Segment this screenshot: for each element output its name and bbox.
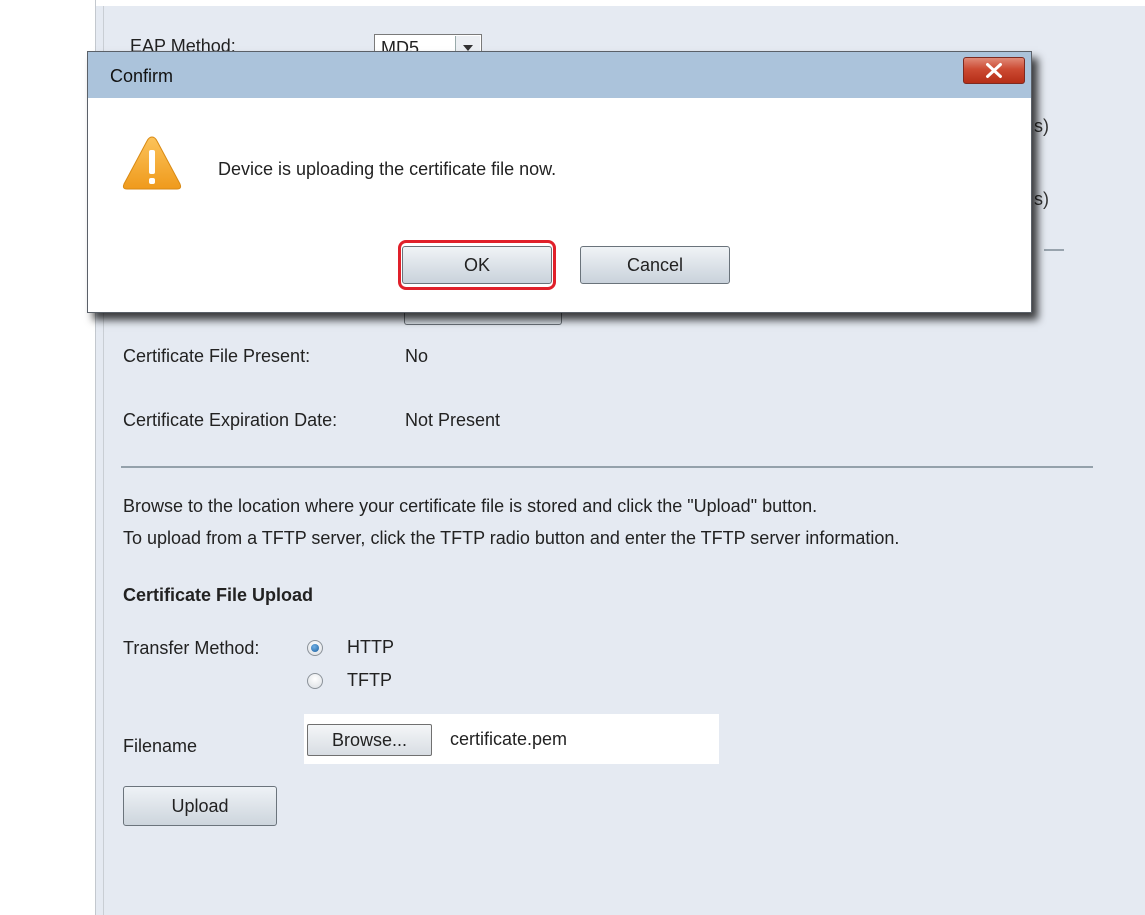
- dialog-message: Device is uploading the certificate file…: [218, 159, 557, 179]
- cancel-button[interactable]: Cancel: [580, 246, 730, 284]
- browse-button[interactable]: Browse...: [307, 724, 432, 756]
- dialog-title: Confirm: [110, 66, 174, 86]
- certificate-file-present-value: No: [405, 346, 429, 366]
- dialog-titlebar[interactable]: Confirm: [88, 52, 1031, 98]
- instruction-text: Browse to the location where your certif…: [123, 496, 818, 516]
- instruction-text: To upload from a TFTP server, click the …: [123, 528, 900, 548]
- selected-file-name: certificate.pem: [450, 729, 568, 749]
- warning-icon: [122, 136, 182, 190]
- radio-tftp-label[interactable]: TFTP: [347, 670, 392, 691]
- section-divider: [121, 466, 1093, 468]
- ok-button[interactable]: OK: [402, 246, 552, 284]
- radio-http[interactable]: [307, 640, 323, 656]
- certificate-expiration-value: Not Present: [405, 410, 501, 430]
- certificate-expiration-label: Certificate Expiration Date:: [123, 410, 338, 430]
- file-input[interactable]: Browse... certificate.pem: [304, 714, 719, 764]
- radio-tftp[interactable]: [307, 673, 323, 689]
- radio-http-label[interactable]: HTTP: [347, 637, 394, 658]
- left-margin: [0, 0, 95, 915]
- partial-field-suffix: s): [1034, 189, 1049, 209]
- filename-label: Filename: [123, 736, 198, 756]
- section-heading: Certificate File Upload: [123, 585, 314, 605]
- partial-field-suffix: s): [1034, 116, 1049, 136]
- close-button[interactable]: [963, 57, 1025, 84]
- certificate-file-present-label: Certificate File Present:: [123, 346, 311, 366]
- close-icon: [986, 63, 1002, 78]
- partial-divider: [1044, 249, 1064, 251]
- transfer-method-label: Transfer Method:: [123, 638, 260, 658]
- upload-button[interactable]: Upload: [123, 786, 277, 826]
- confirm-dialog: Confirm Device is uploading the certific…: [87, 51, 1032, 313]
